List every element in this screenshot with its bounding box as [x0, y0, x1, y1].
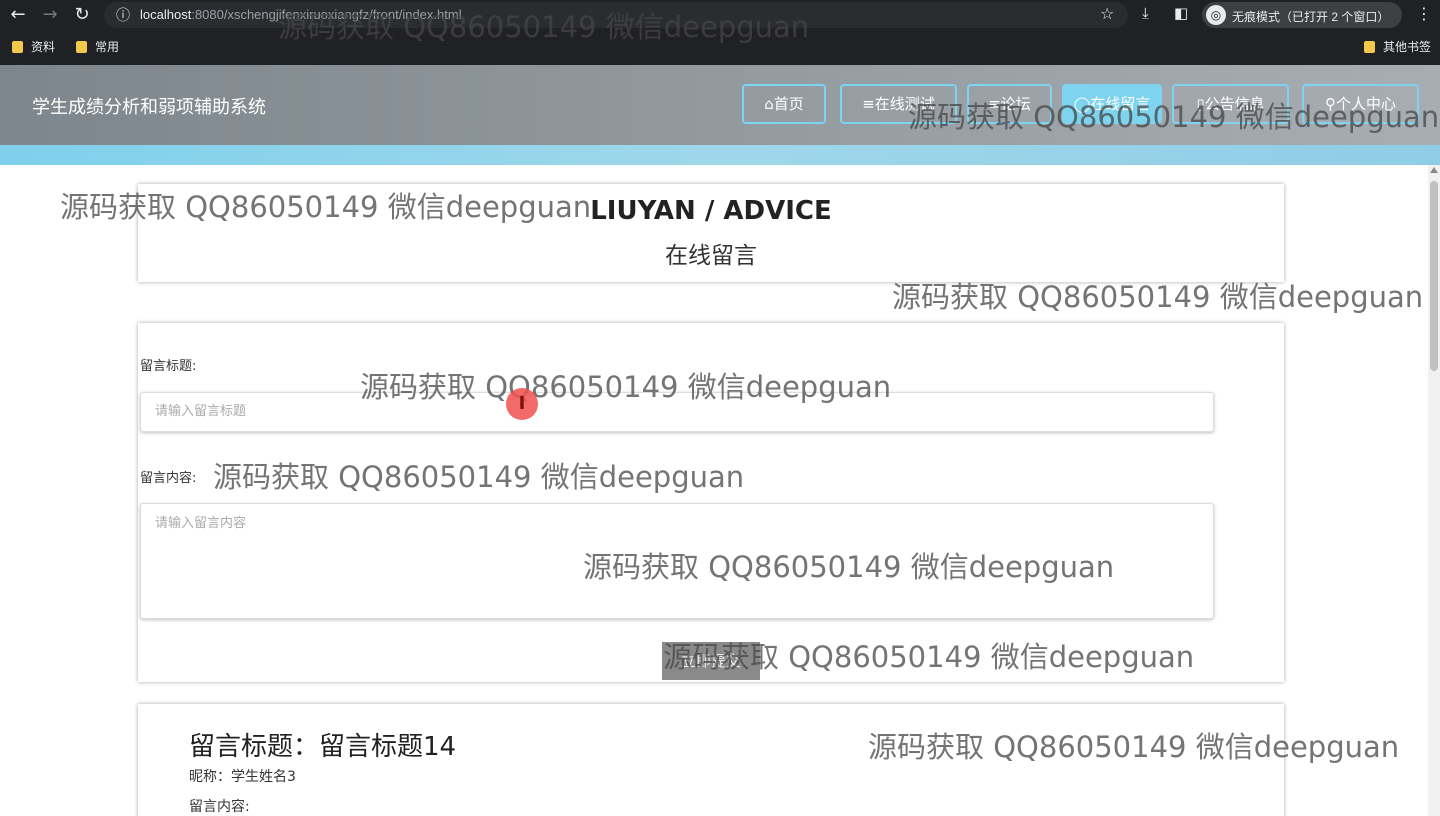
nav-forum[interactable]: ≡论坛 [967, 84, 1052, 124]
message-content-textarea[interactable]: 请输入留言内容 [140, 503, 1214, 619]
bookmark-folder[interactable]: 常用 [76, 38, 119, 55]
page-title-en: LIUYAN / ADVICE [590, 196, 832, 226]
submit-button[interactable]: 立即提交 [662, 642, 760, 680]
bookmarks-bar: 资料 常用 其他书签 [0, 35, 1440, 59]
page-title-cn: 在线留言 [665, 243, 757, 269]
banner-strip [0, 145, 1440, 165]
page-heading-card: LIUYAN / ADVICE 在线留言 [138, 184, 1284, 282]
scroll-up-icon[interactable] [1430, 167, 1438, 173]
message-form-card: 留言标题: 请输入留言标题 留言内容: 请输入留言内容 立即提交 [138, 323, 1284, 682]
page-scrollbar[interactable] [1428, 165, 1440, 816]
url-host: localhost [140, 7, 192, 22]
scrollbar-thumb[interactable] [1430, 181, 1438, 371]
message-title: 留言标题：留言标题14 [189, 732, 457, 762]
message-content-label: 留言内容: [189, 799, 250, 815]
bookmark-star-icon[interactable]: ☆ [1100, 4, 1114, 23]
browser-chrome: ← → ↻ ⓘ localhost:8080/xschengjifenxiruo… [0, 0, 1440, 65]
forward-icon[interactable]: → [38, 4, 62, 26]
incognito-label: 无痕模式（已打开 2 个窗口） [1232, 10, 1390, 24]
reload-icon[interactable]: ↻ [70, 4, 94, 26]
nav-messages[interactable]: ◯在线留言 [1062, 84, 1162, 124]
folder-icon [12, 41, 23, 53]
site-title: 学生成绩分析和弱项辅助系统 [32, 97, 266, 118]
url-text[interactable]: localhost:8080/xschengjifenxiruoxiangfz/… [140, 7, 462, 22]
nav-home[interactable]: ⌂首页 [742, 84, 826, 124]
folder-icon [76, 41, 87, 53]
content-label: 留言内容: [140, 471, 197, 486]
message-nickname: 昵称：学生姓名3 [189, 769, 296, 785]
incognito-indicator[interactable]: ◎ 无痕模式（已打开 2 个窗口） [1202, 2, 1402, 28]
download-icon[interactable]: ⤓ [1142, 4, 1149, 22]
side-panel-icon[interactable]: ◧ [1174, 4, 1188, 22]
incognito-icon: ◎ [1206, 5, 1226, 25]
url-path: :8080/xschengjifenxiruoxiangfz/front/ind… [191, 7, 462, 22]
address-bar[interactable]: ⓘ localhost:8080/xschengjifenxiruoxiangf… [104, 2, 1128, 28]
nav-announcements[interactable]: ▯公告信息 [1172, 84, 1289, 124]
back-icon[interactable]: ← [6, 4, 30, 26]
browser-menu-icon[interactable]: ⋮ [1416, 4, 1432, 23]
toolbar: ← → ↻ ⓘ localhost:8080/xschengjifenxiruo… [0, 0, 1440, 30]
message-title-input[interactable]: 请输入留言标题 [140, 392, 1214, 432]
nav-online-test[interactable]: ≡在线测试 [840, 84, 957, 124]
folder-icon [1364, 41, 1375, 53]
bookmark-folder[interactable]: 资料 [12, 38, 55, 55]
other-bookmarks[interactable]: 其他书签 [1364, 38, 1431, 55]
title-label: 留言标题: [140, 359, 197, 374]
main-content: LIUYAN / ADVICE 在线留言 留言标题: 请输入留言标题 留言内容:… [0, 165, 1428, 816]
site-header: 学生成绩分析和弱项辅助系统 ⌂首页 ≡在线测试 ≡论坛 ◯在线留言 ▯公告信息 … [0, 65, 1440, 145]
nav-profile[interactable]: ⚲个人中心 [1302, 84, 1419, 124]
mouse-cursor-icon: I [506, 388, 538, 420]
site-info-icon[interactable]: ⓘ [116, 5, 130, 25]
message-item: 留言标题：留言标题14 昵称：学生姓名3 留言内容: [138, 704, 1284, 816]
